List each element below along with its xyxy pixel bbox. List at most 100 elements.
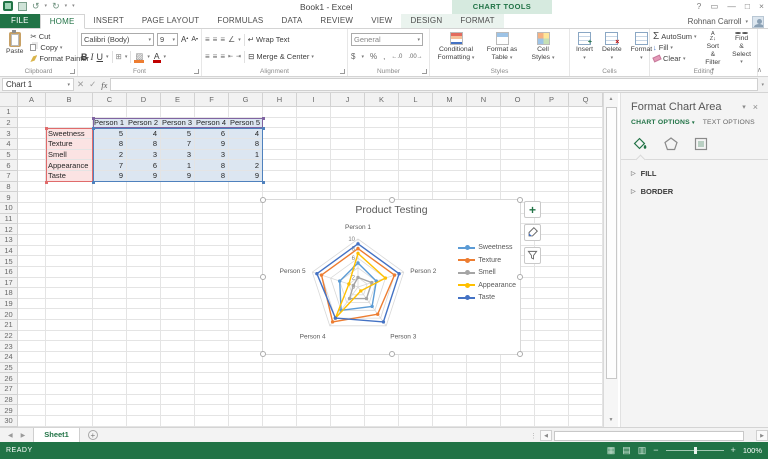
grid-cell[interactable] <box>501 107 535 118</box>
grid-cell[interactable]: 3 <box>127 150 161 161</box>
grid-cell[interactable] <box>569 373 603 384</box>
grid-cell[interactable] <box>195 352 229 363</box>
grid-cell[interactable] <box>229 416 263 427</box>
grid-cell[interactable]: 6 <box>127 160 161 171</box>
grid-cell[interactable] <box>467 416 501 427</box>
grid-cell[interactable] <box>263 384 297 395</box>
grid-cell[interactable] <box>433 118 467 129</box>
grid-cell[interactable] <box>331 373 365 384</box>
grid-cell[interactable] <box>467 405 501 416</box>
grid-cell[interactable] <box>127 352 161 363</box>
grid-cell[interactable] <box>127 299 161 310</box>
grid-cell[interactable] <box>399 160 433 171</box>
conditional-formatting-button[interactable]: Conditional Formatting ▾ <box>433 31 479 66</box>
grid-cell[interactable] <box>161 363 195 374</box>
chart-selection-handle[interactable] <box>389 197 395 203</box>
row-header[interactable]: 12 <box>0 224 18 235</box>
row-header[interactable]: 17 <box>0 278 18 289</box>
grid-cell[interactable] <box>161 309 195 320</box>
grid-cell[interactable] <box>46 373 93 384</box>
grid-cell[interactable] <box>93 107 127 118</box>
grid-cell[interactable] <box>46 118 93 129</box>
orientation-icon[interactable]: ∠ <box>228 35 235 44</box>
merge-center-button[interactable]: ⊟Merge & Center▾ <box>248 51 314 62</box>
row-header[interactable]: 1 <box>0 107 18 118</box>
grid-cell[interactable] <box>535 373 569 384</box>
number-dialog-launcher[interactable] <box>422 69 427 74</box>
grid-cell[interactable] <box>127 341 161 352</box>
grid-cell[interactable] <box>195 299 229 310</box>
grid-cell[interactable]: 6 <box>195 128 229 139</box>
grid-cell[interactable]: Person 2 <box>127 118 161 129</box>
grid-cell[interactable] <box>433 395 467 406</box>
cell-styles-button[interactable]: Cell Styles ▾ <box>525 31 561 66</box>
tab-formulas[interactable]: FORMULAS <box>208 14 272 28</box>
grid-cell[interactable] <box>46 309 93 320</box>
grid-cell[interactable] <box>127 416 161 427</box>
grid-cell[interactable] <box>161 331 195 342</box>
grid-cell[interactable] <box>365 395 399 406</box>
grid-cell[interactable] <box>365 107 399 118</box>
grid-cell[interactable] <box>18 299 46 310</box>
grid-cell[interactable] <box>46 395 93 406</box>
grid-cell[interactable] <box>18 416 46 427</box>
chart-selection-handle[interactable] <box>260 351 266 357</box>
grid-cell[interactable] <box>93 299 127 310</box>
grid-cell[interactable] <box>399 107 433 118</box>
grid-cell[interactable] <box>263 139 297 150</box>
grid-cell[interactable] <box>93 278 127 289</box>
grid-cell[interactable] <box>569 299 603 310</box>
scroll-left-icon[interactable]: ◀ <box>540 430 552 441</box>
name-box[interactable]: Chart 1▾ <box>2 78 74 91</box>
grid-cell[interactable] <box>93 246 127 257</box>
wrap-text-button[interactable]: ↵Wrap Text <box>248 34 290 45</box>
grid-cell[interactable] <box>93 256 127 267</box>
grid-cell[interactable] <box>93 363 127 374</box>
undo-caret-icon[interactable]: ▾ <box>45 3 48 9</box>
grid-cell[interactable] <box>195 416 229 427</box>
insert-cells-button[interactable]: + Insert▾ <box>573 31 596 66</box>
tab-format[interactable]: FORMAT <box>451 14 503 28</box>
grid-cell[interactable] <box>161 235 195 246</box>
grid-cell[interactable] <box>297 373 331 384</box>
grid-cell[interactable] <box>467 139 501 150</box>
grid-cell[interactable] <box>399 395 433 406</box>
legend-item[interactable]: Texture <box>458 257 516 264</box>
grid-cell[interactable] <box>535 341 569 352</box>
grid-cell[interactable] <box>365 118 399 129</box>
tab-insert[interactable]: INSERT <box>85 14 133 28</box>
grid-cell[interactable] <box>501 395 535 406</box>
grid-cell[interactable] <box>501 405 535 416</box>
grid-cell[interactable]: Smell <box>46 150 93 161</box>
tab-file[interactable]: FILE <box>0 14 40 28</box>
grid-cell[interactable] <box>535 299 569 310</box>
chart-selection-handle[interactable] <box>517 197 523 203</box>
grid-cell[interactable] <box>127 395 161 406</box>
save-icon[interactable] <box>18 2 27 11</box>
grid-cell[interactable] <box>127 288 161 299</box>
grid-cell[interactable] <box>399 171 433 182</box>
row-header[interactable]: 4 <box>0 139 18 150</box>
grid-cell[interactable] <box>399 150 433 161</box>
grid-cell[interactable] <box>569 267 603 278</box>
grid-cell[interactable] <box>433 171 467 182</box>
grid-cell[interactable] <box>535 160 569 171</box>
grid-cell[interactable] <box>331 107 365 118</box>
fill-color-button[interactable]: ▨ <box>134 52 144 61</box>
grid-cell[interactable] <box>501 416 535 427</box>
row-header[interactable]: 14 <box>0 246 18 257</box>
grid-cell[interactable] <box>569 203 603 214</box>
grid-cell[interactable]: 3 <box>195 150 229 161</box>
grid-cell[interactable] <box>569 214 603 225</box>
zoom-in-icon[interactable]: + <box>731 446 736 455</box>
grid-cell[interactable] <box>365 171 399 182</box>
grid-cell[interactable] <box>93 352 127 363</box>
grid-cell[interactable] <box>46 405 93 416</box>
grid-cell[interactable] <box>18 182 46 193</box>
grid-cell[interactable] <box>569 128 603 139</box>
vertical-scroll-thumb[interactable] <box>606 107 617 379</box>
grid-cell[interactable]: 4 <box>229 128 263 139</box>
grid-cell[interactable] <box>127 373 161 384</box>
grid-cell[interactable] <box>501 384 535 395</box>
column-header[interactable]: O <box>501 93 535 107</box>
